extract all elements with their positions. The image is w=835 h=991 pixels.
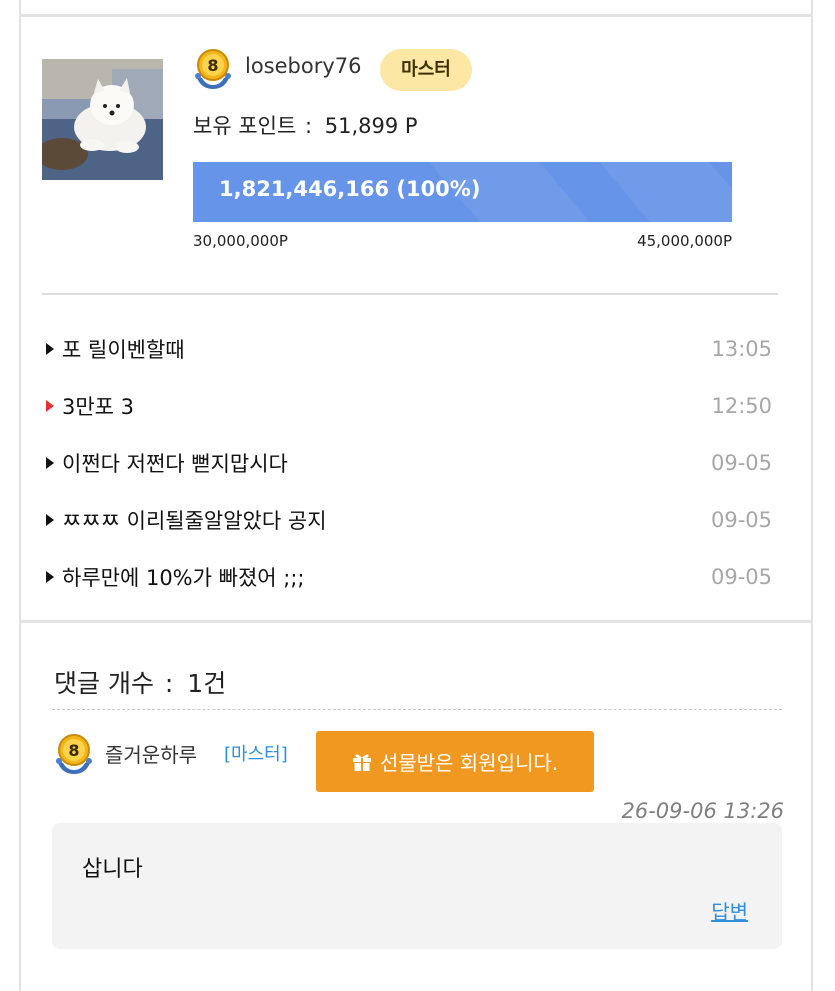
- triangle-right-icon: [46, 456, 54, 469]
- triangle-right-icon: [46, 399, 54, 412]
- avatar-photo: [42, 59, 163, 180]
- post-time: 09-05: [710, 450, 772, 475]
- reply-link[interactable]: 답변: [711, 896, 748, 925]
- triangle-right-icon: [46, 342, 54, 355]
- progress-text: 1,821,446,166 (100%): [219, 177, 481, 201]
- points-value: 51,899 P: [324, 114, 418, 138]
- section-divider: [19, 620, 813, 623]
- progress-range-max: 45,000,000P: [637, 232, 732, 250]
- svg-text:8: 8: [207, 56, 218, 75]
- frame-left-border: [19, 0, 21, 991]
- post-title[interactable]: 3만포 3: [62, 391, 134, 421]
- triangle-right-icon: [46, 570, 54, 583]
- level-badge-icon: 8: [190, 45, 236, 91]
- recent-posts-list: 포 릴이벤할때 13:05 3만포 3 12:50 이쩐다 저쩐다 뻗지맙시다 …: [46, 320, 774, 605]
- level-badge-icon: 8: [51, 730, 97, 776]
- points-label: 보유 포인트: [193, 114, 297, 138]
- commenter-name[interactable]: 즐거운하루: [105, 739, 197, 768]
- svg-text:8: 8: [68, 741, 79, 760]
- post-item[interactable]: 포 릴이벤할때 13:05: [46, 320, 774, 377]
- post-title[interactable]: 포 릴이벤할때: [62, 334, 185, 364]
- post-title[interactable]: ㅉㅉㅉ 이리될줄알알았다 공지: [62, 505, 327, 535]
- comment-count-separator: :: [164, 669, 174, 698]
- post-time: 09-05: [710, 507, 772, 532]
- points-line: 보유 포인트 : 51,899 P: [193, 110, 418, 140]
- triangle-right-icon: [46, 513, 54, 526]
- post-time: 12:50: [711, 393, 772, 418]
- grade-badge: 마스터: [380, 49, 472, 91]
- gift-label: 선물받은 회원입니다.: [379, 751, 559, 775]
- progress-stripe: [565, 162, 732, 222]
- points-separator: :: [304, 114, 313, 138]
- post-title[interactable]: 이쩐다 저쩐다 뻗지맙시다: [62, 448, 288, 478]
- post-item[interactable]: 이쩐다 저쩐다 뻗지맙시다 09-05: [46, 434, 774, 491]
- post-time: 09-05: [710, 564, 772, 589]
- post-title[interactable]: 하루만에 10%가 빠졌어 ;;;: [62, 562, 305, 592]
- post-author-panel: 8 losebory76 마스터 보유 포인트 : 51,899 P 1,821…: [0, 0, 835, 991]
- post-time: 13:05: [711, 336, 772, 361]
- comment-count-value: 1건: [187, 669, 227, 698]
- comment-count-label: 댓글 개수: [54, 669, 154, 698]
- profile-divider: [42, 293, 778, 295]
- comment-divider: [52, 709, 782, 710]
- avatar[interactable]: [42, 59, 163, 180]
- progress-range-min: 30,000,000P: [193, 232, 288, 250]
- username[interactable]: losebory76: [245, 54, 362, 78]
- post-item[interactable]: ㅉㅉㅉ 이리될줄알알았다 공지 09-05: [46, 491, 774, 548]
- post-item[interactable]: 3만포 3 12:50: [46, 377, 774, 434]
- top-divider: [19, 14, 813, 17]
- comment-timestamp: 26-09-06 13:26: [621, 799, 784, 823]
- gift-member-button[interactable]: 선물받은 회원입니다.: [316, 731, 594, 792]
- level-progress-bar: 1,821,446,166 (100%): [193, 162, 732, 222]
- commenter-grade: [마스터]: [224, 744, 288, 765]
- comment-count: 댓글 개수 : 1건: [54, 664, 226, 700]
- gift-icon: [352, 754, 371, 771]
- comment-body: 삽니다: [82, 857, 143, 882]
- post-item[interactable]: 하루만에 10%가 빠졌어 ;;; 09-05: [46, 548, 774, 605]
- frame-right-border: [811, 0, 813, 991]
- comment-box: 삽니다 답변: [52, 823, 782, 949]
